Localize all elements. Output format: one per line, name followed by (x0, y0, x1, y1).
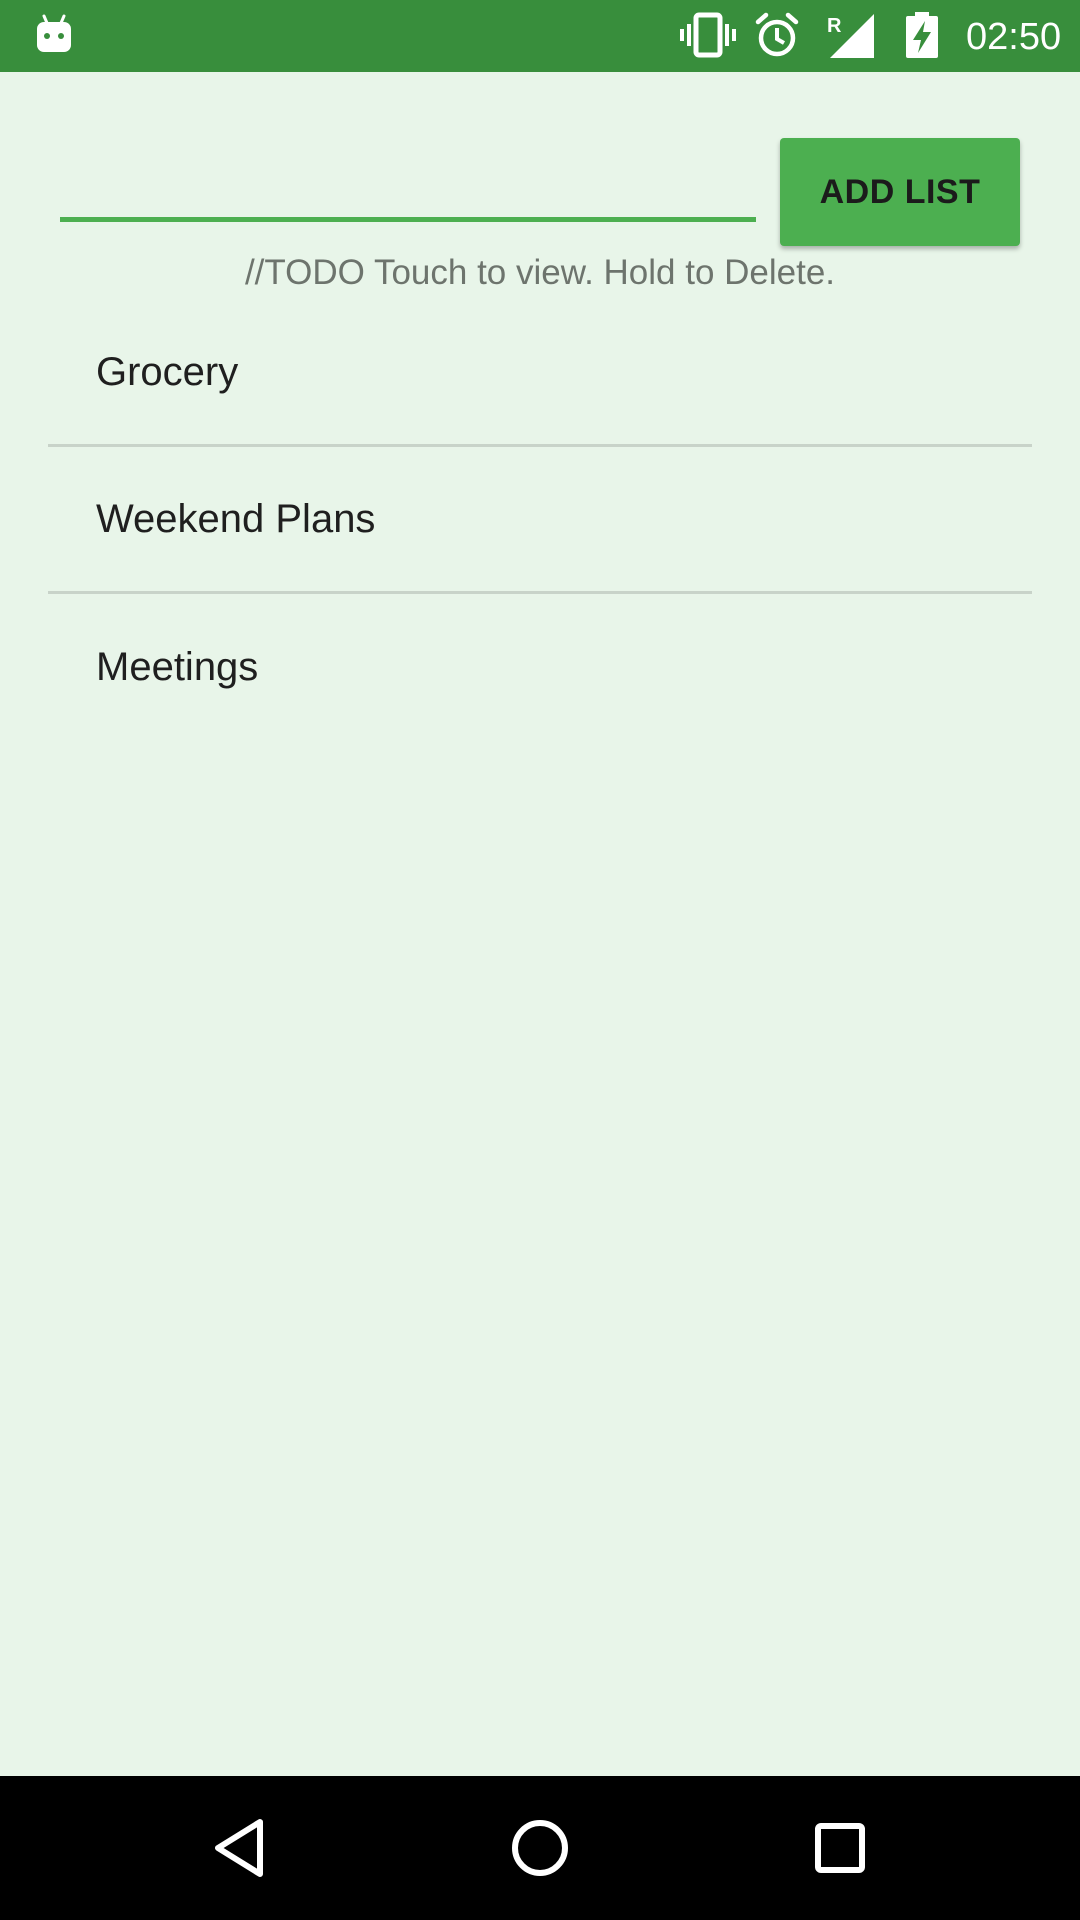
back-button[interactable] (190, 1798, 290, 1898)
home-icon (512, 1820, 568, 1876)
list-name-input[interactable] (60, 150, 756, 222)
status-bar: R 02:50 (0, 0, 1080, 72)
battery-charging-icon (904, 12, 940, 58)
list-item-weekend-plans[interactable]: Weekend Plans (48, 447, 1032, 594)
todo-list: Grocery Weekend Plans Meetings (48, 300, 1032, 741)
vibrate-icon (680, 12, 736, 58)
status-time: 02:50 (966, 16, 1062, 58)
hint-text: //TODO Touch to view. Hold to Delete. (244, 253, 836, 292)
android-notification-icon (34, 14, 74, 54)
navigation-bar (0, 1776, 1080, 1920)
svg-text:R: R (827, 15, 842, 37)
back-icon (215, 1819, 263, 1877)
list-item-meetings[interactable]: Meetings (48, 594, 1032, 741)
signal-icon: R (826, 12, 874, 58)
recents-button[interactable] (790, 1798, 890, 1898)
alarm-icon (754, 12, 800, 58)
list-item-grocery[interactable]: Grocery (48, 300, 1032, 447)
home-button[interactable] (490, 1798, 590, 1898)
add-list-button[interactable]: ADD LIST (780, 138, 1020, 246)
recents-icon (815, 1823, 865, 1873)
